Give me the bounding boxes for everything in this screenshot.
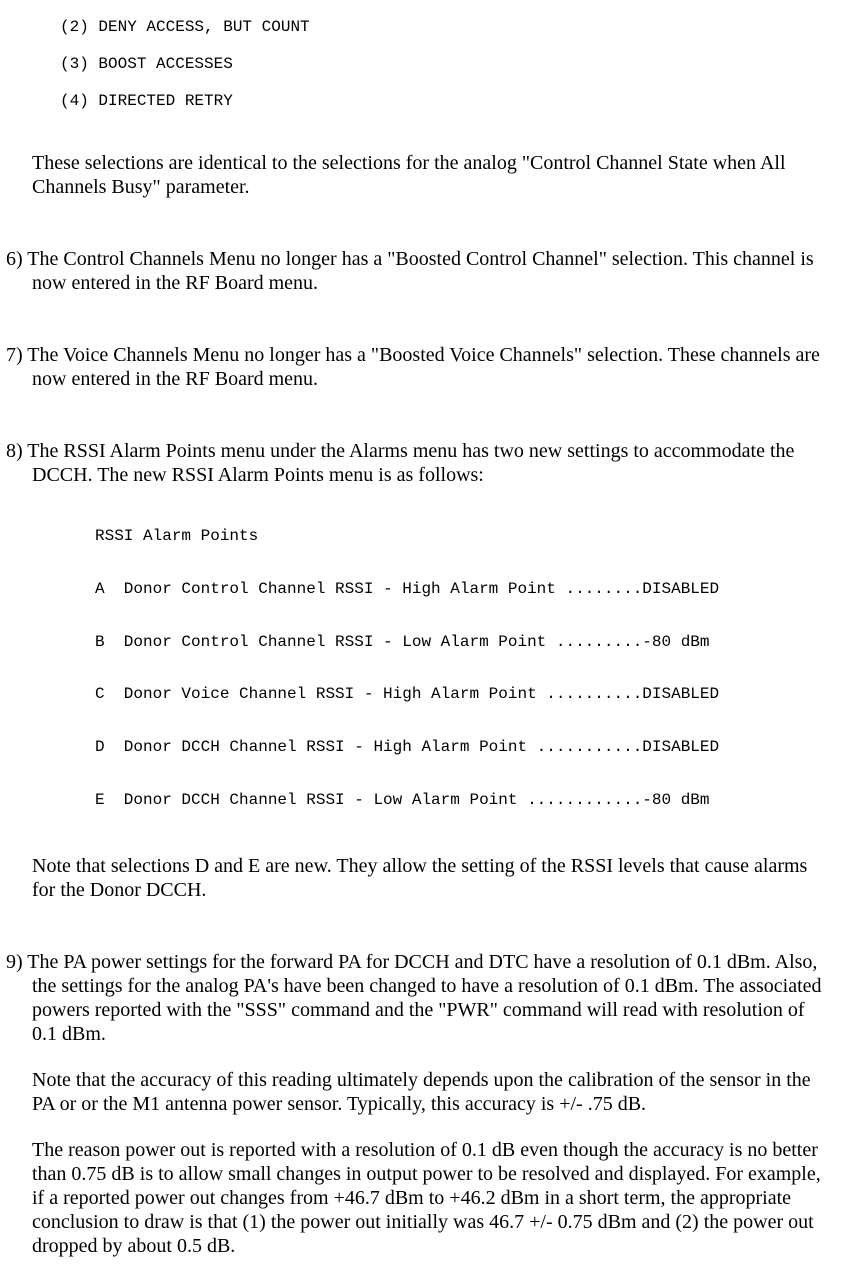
rssi-row-b: B Donor Control Channel RSSI - Low Alarm… bbox=[95, 633, 850, 651]
rssi-row-c: C Donor Voice Channel RSSI - High Alarm … bbox=[95, 685, 850, 703]
option-3-text: (3) BOOST ACCESSES bbox=[60, 55, 850, 73]
rssi-row-d: D Donor DCCH Channel RSSI - High Alarm P… bbox=[95, 738, 850, 756]
item-9-p3: The reason power out is reported with a … bbox=[32, 1138, 832, 1258]
rssi-row-a: A Donor Control Channel RSSI - High Alar… bbox=[95, 580, 850, 598]
option-4-text: (4) DIRECTED RETRY bbox=[60, 92, 850, 110]
para-selections-identical: These selections are identical to the se… bbox=[32, 151, 832, 199]
item-9-p1: 9) The PA power settings for the forward… bbox=[6, 950, 832, 1046]
item-7: 7) The Voice Channels Menu no longer has… bbox=[6, 343, 832, 391]
rssi-row-e: E Donor DCCH Channel RSSI - Low Alarm Po… bbox=[95, 791, 850, 809]
rssi-title: RSSI Alarm Points bbox=[95, 527, 850, 545]
option-2-text: (2) DENY ACCESS, BUT COUNT bbox=[60, 18, 850, 36]
item-8-intro: 8) The RSSI Alarm Points menu under the … bbox=[6, 439, 832, 487]
item-8-note: Note that selections D and E are new. Th… bbox=[32, 854, 832, 902]
item-6: 6) The Control Channels Menu no longer h… bbox=[6, 247, 832, 295]
item-9-p2: Note that the accuracy of this reading u… bbox=[32, 1068, 832, 1116]
